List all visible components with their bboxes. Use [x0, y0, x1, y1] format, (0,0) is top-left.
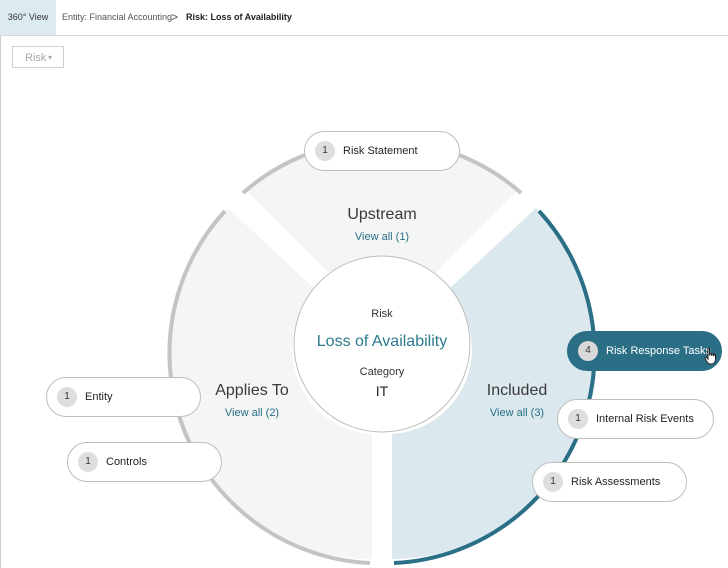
applies-to-view-all-link[interactable]: View all (2): [192, 407, 312, 419]
pill-label: Risk Response Tasks: [606, 345, 711, 357]
pill-label: Controls: [106, 456, 147, 468]
center-category-value: IT: [375, 383, 389, 399]
hand-pointer-icon: [704, 347, 718, 368]
entity-pill[interactable]: 1 Entity: [46, 377, 201, 417]
risk-response-tasks-pill[interactable]: 4 Risk Response Tasks: [567, 331, 722, 371]
count-badge: 1: [568, 409, 588, 429]
risk-assessments-pill[interactable]: 1 Risk Assessments: [532, 462, 687, 502]
pill-label: Risk Statement: [343, 145, 418, 157]
center-risk-name: Loss of Availability: [316, 333, 448, 350]
internal-risk-events-pill[interactable]: 1 Internal Risk Events: [557, 399, 714, 439]
upstream-title: Upstream: [347, 206, 417, 223]
count-badge: 1: [543, 472, 563, 492]
count-badge: 4: [578, 341, 598, 361]
count-badge: 1: [57, 387, 77, 407]
pill-label: Entity: [85, 391, 113, 403]
risk-statement-pill[interactable]: 1 Risk Statement: [304, 131, 460, 171]
included-title: Included: [486, 382, 548, 399]
count-badge: 1: [78, 452, 98, 472]
center-category-label: Category: [359, 366, 405, 378]
count-badge: 1: [315, 141, 335, 161]
pill-label: Risk Assessments: [571, 476, 661, 488]
applies-to-title: Applies To: [215, 382, 289, 399]
controls-pill[interactable]: 1 Controls: [67, 442, 222, 482]
pill-label: Internal Risk Events: [596, 413, 694, 425]
upstream-view-all-link[interactable]: View all (1): [322, 231, 442, 243]
center-type-label: Risk: [371, 308, 393, 320]
